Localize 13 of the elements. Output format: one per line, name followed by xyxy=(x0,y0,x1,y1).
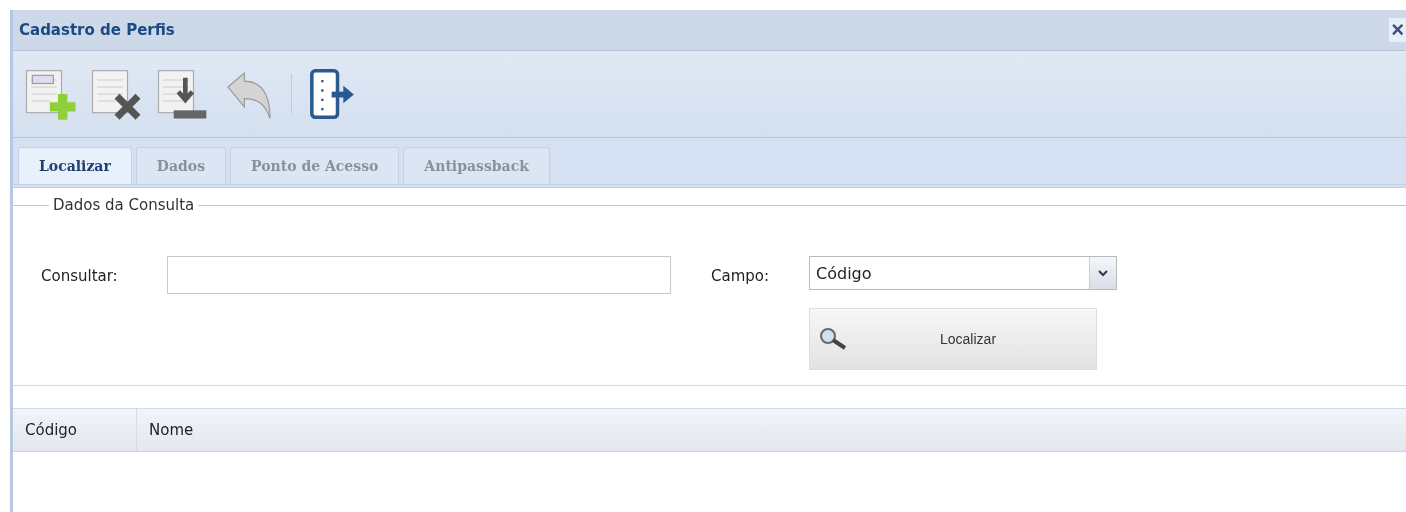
dropdown-caret-icon xyxy=(1098,269,1109,277)
tab[interactable]: Localizar xyxy=(18,147,132,184)
find-button[interactable]: Localizar xyxy=(809,308,1098,370)
field-label: Consultar: xyxy=(41,266,119,285)
magnifier-icon xyxy=(818,326,849,352)
close-button[interactable]: × xyxy=(1389,18,1406,42)
column-header[interactable]: Código xyxy=(13,409,137,451)
column-header[interactable]: Nome xyxy=(137,409,1406,451)
window-title: Cadastro de Perfis xyxy=(19,21,175,39)
panel-legend: Dados da Consulta xyxy=(49,196,199,214)
field-dropdown[interactable]: Código xyxy=(809,256,1118,290)
field-label: Campo: xyxy=(711,266,770,285)
search-field[interactable] xyxy=(167,256,671,294)
